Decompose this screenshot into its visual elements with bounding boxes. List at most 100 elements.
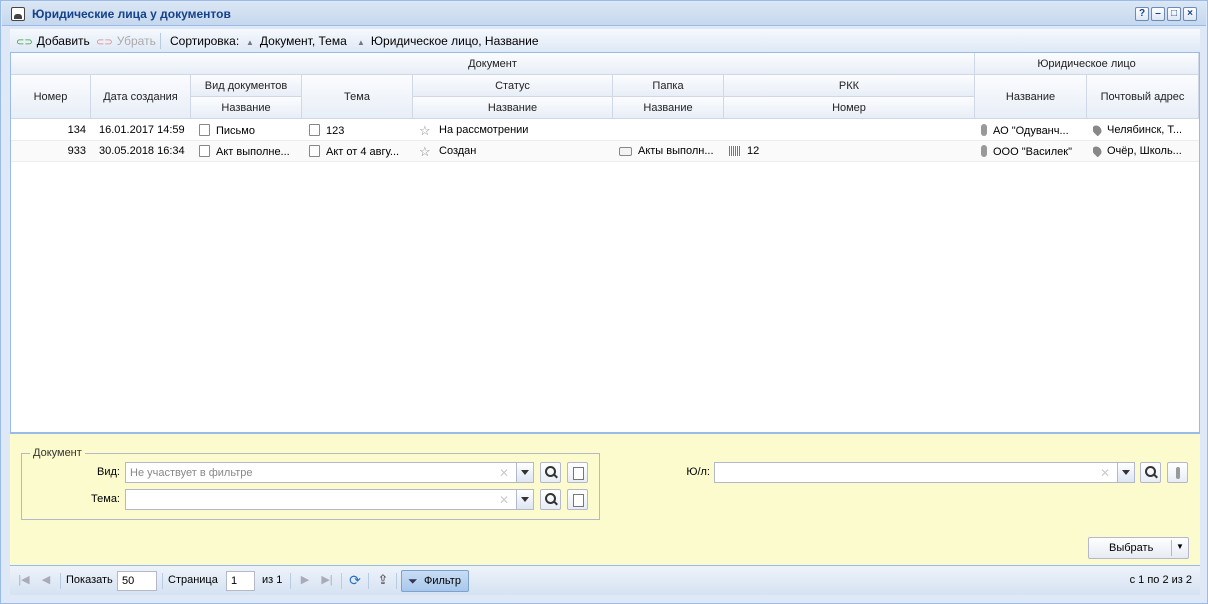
topic-search-button[interactable] (540, 489, 561, 510)
topic-icon (309, 145, 320, 157)
column-header-number[interactable]: Номер (11, 75, 91, 119)
table-row[interactable]: 134 16.01.2017 14:59 Письмо 123 ☆ На расс… (11, 120, 1199, 141)
clear-icon[interactable]: ✕ (499, 466, 509, 480)
status-text: На рассмотрении (439, 124, 529, 136)
rkk-text: 12 (747, 145, 760, 157)
cell-rkk: 12 (729, 145, 969, 157)
column-header-folder-name[interactable]: Название (613, 97, 724, 119)
doc-type-icon (199, 124, 210, 136)
first-page-icon[interactable]: |◀ (16, 572, 32, 588)
cell-number: 933 (67, 145, 86, 157)
remove-button[interactable]: ⊂⊃ Убрать (96, 34, 156, 48)
type-combo[interactable]: Не участвует в фильтре ✕ (125, 462, 534, 483)
column-header-postal-address[interactable]: Почтовый адрес (1087, 75, 1199, 119)
column-header-le-name[interactable]: Название (975, 75, 1087, 119)
topic-label: Тема: (91, 493, 120, 505)
chevron-down-icon[interactable]: ▼ (1176, 542, 1184, 551)
topic-combo[interactable]: ✕ (125, 489, 534, 510)
next-page-icon[interactable]: ▶ (297, 572, 313, 588)
title-bar: Юридические лица у документов ? – □ × (2, 2, 1206, 26)
doc-type-text: Акт выполне... (216, 146, 290, 158)
le-browse-button[interactable] (1167, 462, 1188, 483)
split-divider (1171, 540, 1172, 556)
table-row[interactable]: 933 30.05.2018 16:34 Акт выполне... Акт … (11, 141, 1199, 162)
minimize-button[interactable]: – (1151, 7, 1165, 21)
cell-created: 16.01.2017 14:59 (99, 124, 185, 136)
page-size-input[interactable]: 50 (117, 571, 157, 591)
pager: |◀ ◀ Показать 50 Страница 1 из 1 ▶ ▶| ⟳ … (10, 565, 1200, 595)
chevron-down-icon[interactable] (1117, 463, 1134, 482)
column-header-rkk-number[interactable]: Номер (724, 97, 975, 119)
export-icon[interactable]: ⇪ (375, 572, 391, 588)
chevron-down-icon[interactable] (516, 490, 533, 509)
column-header-topic[interactable]: Тема (302, 75, 413, 119)
window-title: Юридические лица у документов (32, 7, 231, 21)
column-header-status-name[interactable]: Название (413, 97, 613, 119)
location-pin-icon (1093, 124, 1104, 136)
column-header-folder: Папка (613, 75, 724, 97)
window: Юридические лица у документов ? – □ × ⊂⊃… (0, 0, 1208, 604)
filter-toggle-button[interactable]: ⏷ Фильтр (401, 570, 469, 592)
add-button[interactable]: ⊂⊃ Добавить (16, 34, 90, 48)
column-header-created[interactable]: Дата создания (91, 75, 191, 119)
cell-topic: Акт от 4 авгу... (309, 145, 409, 158)
group-header-document: Документ (11, 53, 975, 75)
help-button[interactable]: ? (1135, 7, 1149, 21)
maximize-button[interactable]: □ (1167, 7, 1181, 21)
type-search-button[interactable] (540, 462, 561, 483)
address-text: Очёр, Школь... (1107, 145, 1182, 157)
cell-created: 30.05.2018 16:34 (99, 145, 185, 157)
cell-number: 134 (67, 124, 86, 136)
status-text: Создан (439, 145, 477, 157)
filter-label: Фильтр (424, 575, 461, 587)
sort1-label: Документ, Тема (259, 34, 347, 48)
cell-le-name: АО "Одуванч... (981, 124, 1085, 137)
sort-legal-entity-name[interactable]: ▲ Юридическое лицо, Название (357, 34, 539, 48)
page-count: из 1 (262, 574, 283, 586)
pager-separator (368, 573, 369, 589)
clear-icon[interactable]: ✕ (1100, 466, 1110, 480)
chevron-down-icon[interactable] (516, 463, 533, 482)
unlink-icon: ⊂⊃ (96, 37, 113, 48)
sort-document-topic[interactable]: ▲ Документ, Тема (246, 34, 347, 48)
topic-browse-button[interactable] (567, 489, 588, 510)
filter-panel: Документ Вид: Не участвует в фильтре ✕ Т… (10, 433, 1200, 565)
group-header-legal-entity: Юридическое лицо (975, 53, 1199, 75)
prev-page-icon[interactable]: ◀ (38, 572, 54, 588)
person-icon (981, 124, 987, 136)
column-header-doc-type-name[interactable]: Название (191, 97, 302, 119)
refresh-icon[interactable]: ⟳ (347, 572, 363, 588)
page-label: Страница (168, 574, 218, 586)
add-label: Добавить (36, 34, 90, 48)
document-legend: Документ (33, 447, 82, 459)
type-label: Вид: (97, 466, 120, 478)
doc-type-text: Письмо (216, 125, 255, 137)
close-button[interactable]: × (1183, 7, 1197, 21)
paging-summary: с 1 по 2 из 2 (1129, 574, 1192, 586)
column-header-doc-type: Вид документов (191, 75, 302, 97)
select-button[interactable]: Выбрать ▼ (1088, 537, 1189, 559)
location-pin-icon (1093, 145, 1104, 157)
le-combo[interactable]: ✕ (714, 462, 1135, 483)
toolbar: ⊂⊃ Добавить ⊂⊃ Убрать Сортировка: ▲ Докумен… (10, 29, 1200, 53)
page-input[interactable]: 1 (226, 571, 255, 591)
cell-status: ☆ Создан (419, 145, 609, 158)
cell-doc-type: Письмо (199, 124, 299, 137)
sort-label: Сортировка: (170, 34, 240, 48)
sort-asc-icon: ▲ (357, 38, 365, 47)
last-page-icon[interactable]: ▶| (319, 572, 335, 588)
type-browse-button[interactable] (567, 462, 588, 483)
clear-icon[interactable]: ✕ (499, 493, 509, 507)
column-header-rkk: РКК (724, 75, 975, 97)
topic-icon (309, 124, 320, 136)
cell-address: Очёр, Школь... (1093, 145, 1197, 157)
cell-le-name: ООО "Василек" (981, 145, 1085, 158)
le-search-button[interactable] (1140, 462, 1161, 483)
pager-separator (341, 573, 342, 589)
show-label: Показать (66, 574, 113, 586)
toolbar-separator (160, 33, 161, 49)
cell-doc-type: Акт выполне... (199, 145, 299, 158)
le-name-text: ООО "Василек" (993, 146, 1072, 158)
sort2-label: Юридическое лицо, Название (370, 34, 539, 48)
pager-separator (290, 573, 291, 589)
